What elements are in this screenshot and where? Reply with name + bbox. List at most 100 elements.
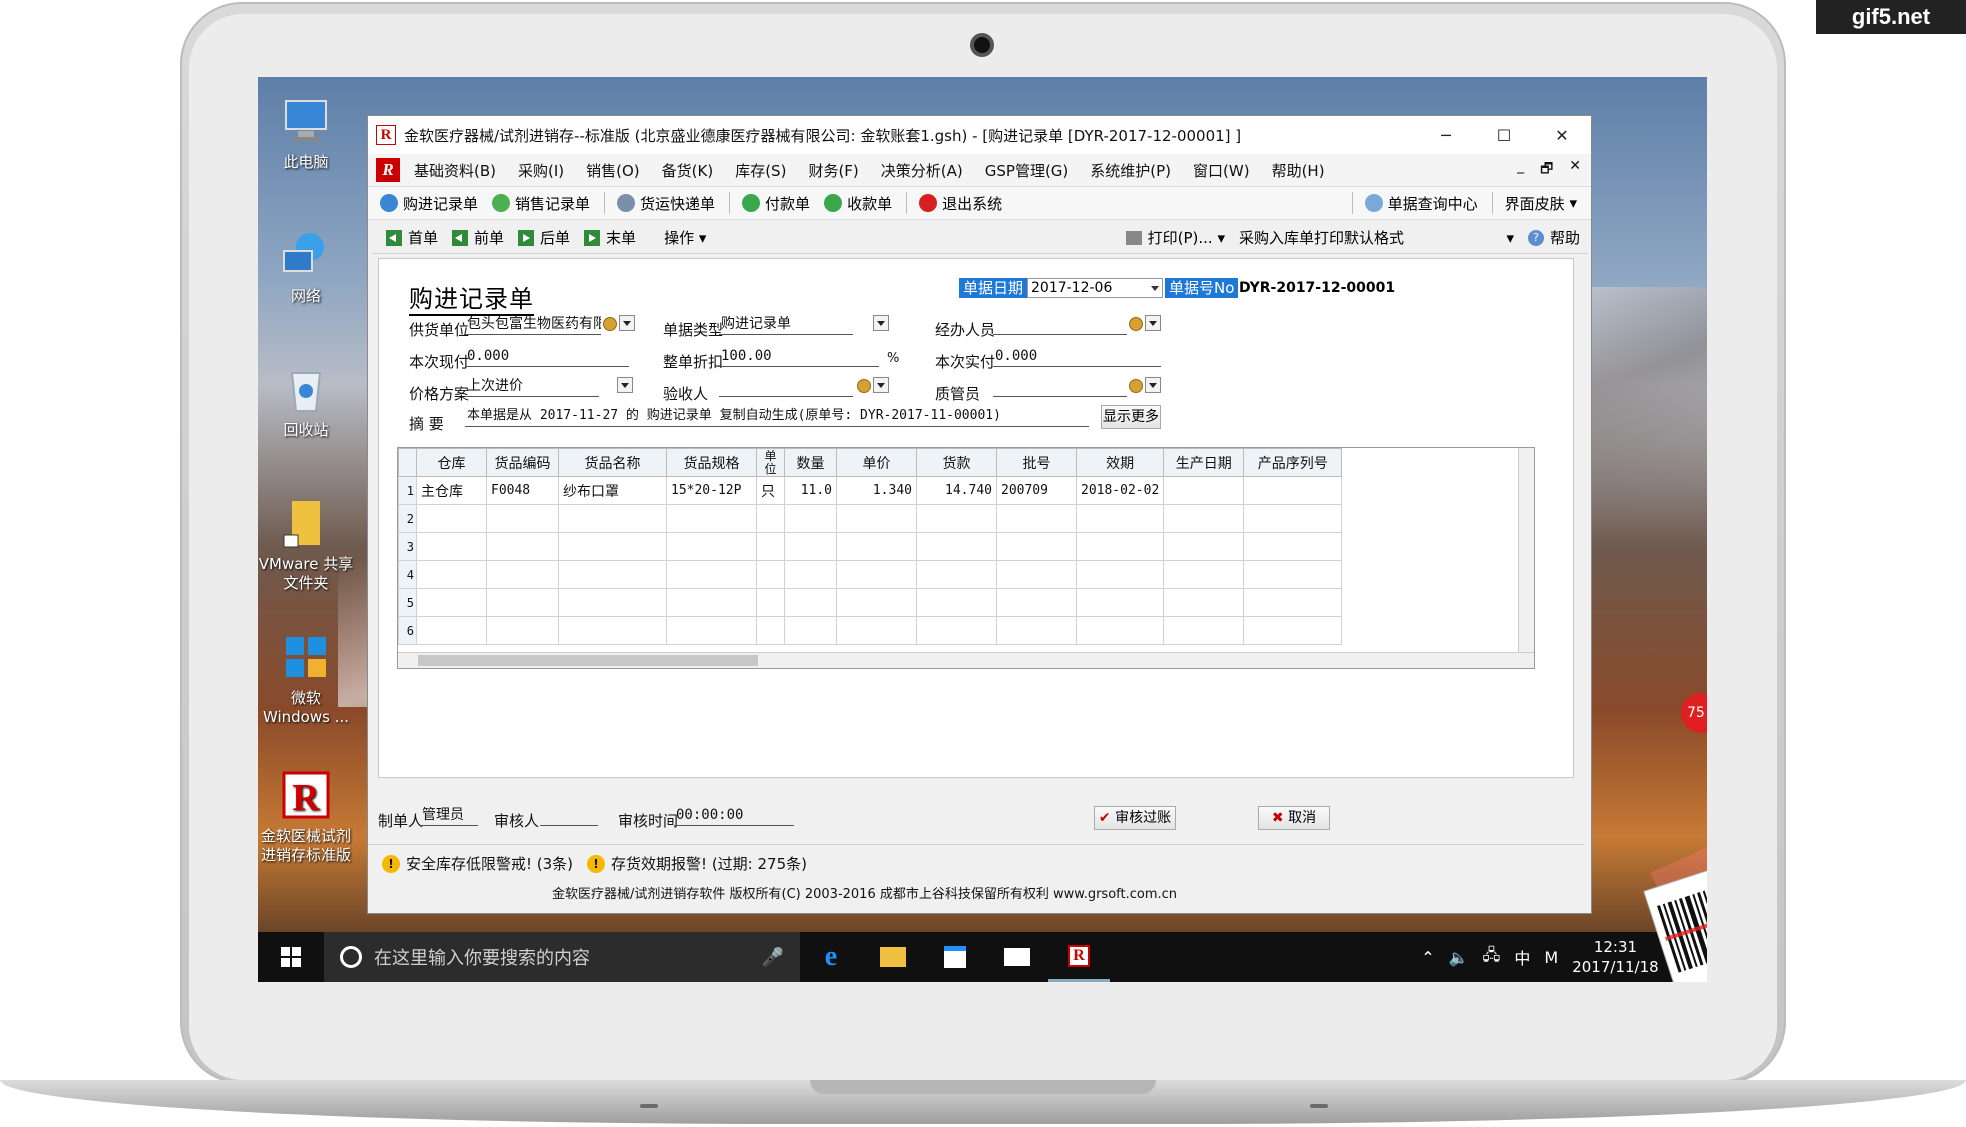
menu-system[interactable]: 系统维护(P)	[1090, 160, 1171, 181]
table-cell[interactable]	[558, 504, 667, 533]
col-header[interactable]: 数量	[784, 448, 837, 477]
audit-time-field[interactable]: 00:00:00	[674, 804, 794, 826]
expiry-alert[interactable]: 存货效期报警! (过期: 275条)	[611, 853, 807, 874]
table-cell[interactable]: 11.0	[784, 476, 837, 505]
query-center-button[interactable]: 单据查询中心	[1364, 193, 1478, 214]
col-header[interactable]: 货品名称	[558, 448, 667, 477]
inspector-field[interactable]	[719, 375, 853, 397]
table-cell[interactable]	[996, 504, 1077, 533]
payment-button[interactable]: 付款单	[742, 193, 810, 214]
col-header[interactable]: 货款	[916, 448, 997, 477]
supplier-field[interactable]: 包头包富生物医药有限公司	[465, 313, 601, 335]
jinruan-taskbar-app[interactable]: R	[1048, 932, 1110, 982]
table-cell[interactable]	[1075, 532, 1165, 561]
table-cell[interactable]	[666, 560, 757, 589]
store-app[interactable]	[924, 932, 986, 982]
table-cell[interactable]: 2018-02-02	[1075, 476, 1165, 505]
col-header[interactable]: 批号	[996, 448, 1077, 477]
table-cell[interactable]: 纱布口罩	[558, 476, 667, 505]
price-scheme-field[interactable]: 上次进价	[465, 375, 599, 397]
table-cell[interactable]	[756, 616, 785, 645]
table-cell[interactable]	[666, 504, 757, 533]
col-header[interactable]: 单价	[836, 448, 917, 477]
table-cell[interactable]	[1163, 476, 1245, 505]
table-cell[interactable]	[784, 504, 837, 533]
skin-dropdown[interactable]: 界面皮肤 ▾	[1505, 193, 1577, 214]
table-cell[interactable]	[836, 504, 917, 533]
edge-app[interactable]: e	[800, 932, 862, 982]
mail-app[interactable]	[986, 932, 1048, 982]
menu-inventory[interactable]: 库存(S)	[735, 160, 786, 181]
table-cell[interactable]	[1163, 504, 1245, 533]
start-button[interactable]	[258, 932, 324, 982]
lookup-icon[interactable]	[603, 317, 617, 331]
table-cell[interactable]	[1243, 616, 1343, 645]
maximize-button[interactable]: ☐	[1475, 126, 1533, 145]
col-header[interactable]: 生产日期	[1163, 448, 1245, 477]
menu-basic-data[interactable]: 基础资料(B)	[414, 160, 496, 181]
minimize-button[interactable]: ─	[1417, 126, 1475, 145]
table-cell[interactable]	[1243, 588, 1343, 617]
table-cell[interactable]	[996, 532, 1077, 561]
desktop-icon-windows[interactable]: 微软 Windows ...	[258, 629, 354, 727]
menu-stockup[interactable]: 备货(K)	[662, 160, 714, 181]
summary-field[interactable]: 本单据是从 2017-11-27 的 购进记录单 复制自动生成(原单号: DYR…	[465, 405, 1089, 427]
print-button[interactable]: 打印(P)... ▾	[1125, 227, 1225, 248]
volume-icon[interactable]: 🔈	[1449, 948, 1469, 967]
operate-dropdown[interactable]: 操作 ▾	[664, 227, 706, 248]
sales-record-button[interactable]: 销售记录单	[492, 193, 590, 214]
handler-field[interactable]	[993, 313, 1127, 335]
prev-record-button[interactable]: 前单	[452, 227, 504, 248]
show-more-button[interactable]: 显示更多	[1101, 405, 1161, 429]
ime-mode[interactable]: M	[1544, 948, 1558, 967]
table-cell[interactable]	[1243, 560, 1343, 589]
table-cell[interactable]	[416, 504, 487, 533]
next-record-button[interactable]: 后单	[518, 227, 570, 248]
table-cell[interactable]	[486, 616, 559, 645]
desktop-icon-vmware-share[interactable]: VMware 共享文件夹	[258, 495, 354, 593]
table-cell[interactable]	[1163, 532, 1245, 561]
menu-window[interactable]: 窗口(W)	[1193, 160, 1250, 181]
col-header[interactable]: 产品序列号	[1243, 448, 1343, 477]
table-cell[interactable]	[784, 560, 837, 589]
microphone-icon[interactable]: 🎤	[762, 947, 784, 968]
receipt-button[interactable]: 收款单	[824, 193, 892, 214]
col-header[interactable]: 货品编码	[486, 448, 559, 477]
taskbar-search[interactable]: 在这里输入你要搜索的内容 🎤	[324, 932, 800, 982]
table-cell[interactable]	[416, 616, 487, 645]
table-cell[interactable]	[836, 560, 917, 589]
desktop-icon-recycle-bin[interactable]: 回收站	[258, 361, 354, 440]
menu-gsp[interactable]: GSP管理(G)	[985, 160, 1069, 181]
table-cell[interactable]	[916, 560, 997, 589]
doc-type-field[interactable]: 购进记录单	[719, 313, 853, 335]
cash-field[interactable]: 0.000	[465, 345, 629, 367]
mdi-minimize-button[interactable]: _	[1517, 158, 1524, 182]
maker-field[interactable]: 管理员	[420, 804, 478, 826]
table-cell[interactable]	[996, 616, 1077, 645]
table-cell[interactable]	[996, 560, 1077, 589]
table-cell[interactable]	[1243, 504, 1343, 533]
table-row[interactable]: 4	[398, 560, 1343, 589]
table-cell[interactable]: 1.340	[836, 476, 917, 505]
supplier-dropdown[interactable]	[619, 315, 635, 331]
last-record-button[interactable]: 末单	[584, 227, 636, 248]
table-cell[interactable]	[784, 616, 837, 645]
qa-dropdown[interactable]	[1145, 377, 1161, 393]
inspector-dropdown[interactable]	[873, 377, 889, 393]
table-cell[interactable]	[486, 560, 559, 589]
table-cell[interactable]	[666, 616, 757, 645]
scroll-thumb[interactable]	[418, 655, 758, 666]
first-record-button[interactable]: 首单	[386, 227, 438, 248]
table-cell[interactable]: 15*20-12P	[666, 476, 757, 505]
explorer-app[interactable]	[862, 932, 924, 982]
audit-post-button[interactable]: ✔ 审核过账	[1094, 806, 1176, 830]
discount-field[interactable]: 100.00	[719, 345, 879, 367]
table-cell[interactable]	[836, 588, 917, 617]
close-button[interactable]: ✕	[1533, 126, 1591, 145]
lookup-icon[interactable]	[1129, 317, 1143, 331]
mdi-close-button[interactable]: ✕	[1569, 158, 1581, 182]
purchase-record-button[interactable]: 购进记录单	[380, 193, 478, 214]
shipping-button[interactable]: 货运快递单	[617, 193, 715, 214]
table-cell[interactable]	[416, 588, 487, 617]
col-header[interactable]: 效期	[1075, 448, 1165, 477]
